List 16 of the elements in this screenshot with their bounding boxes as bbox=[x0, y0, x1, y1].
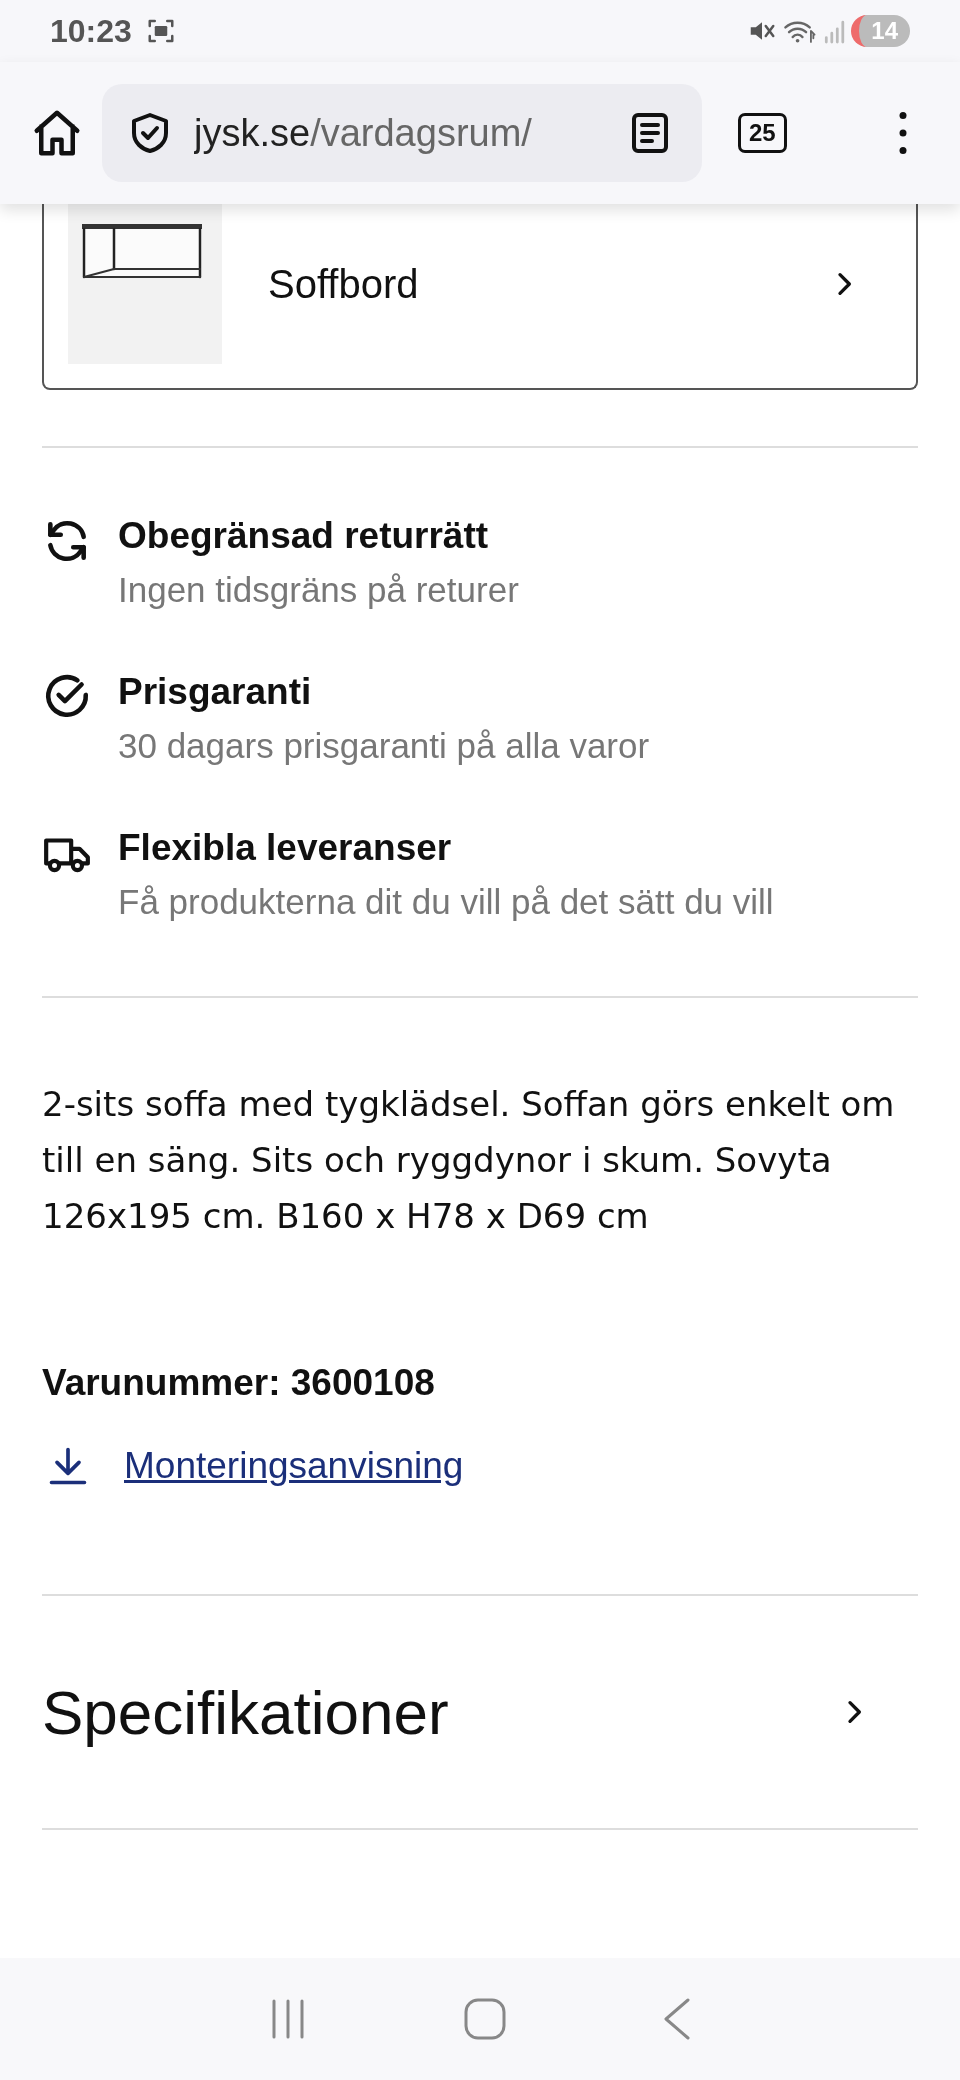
tab-count-button[interactable]: 25 bbox=[738, 113, 787, 153]
assembly-instructions-link[interactable]: Monteringsanvisning bbox=[124, 1445, 464, 1487]
feature-description: 30 dagars prisgaranti på alla varor bbox=[118, 725, 650, 767]
feature-title: Obegränsad returrätt bbox=[118, 514, 490, 558]
feature-title: Flexibla leveranser bbox=[118, 826, 453, 870]
notification-badge: 14 bbox=[851, 15, 910, 47]
feature-title: Prisgaranti bbox=[118, 670, 313, 714]
related-product-card[interactable]: Soffbord bbox=[42, 204, 918, 390]
product-name: Soffbord bbox=[268, 261, 420, 307]
clock-time: 10:23 bbox=[50, 12, 132, 50]
feature-description: Få produkterna dit du vill på det sätt du vill bbox=[118, 881, 774, 923]
section-header[interactable]: Specifikationer bbox=[42, 1596, 918, 1828]
item-number: Varunummer: 3600108 bbox=[42, 1362, 436, 1404]
feature-description: Ingen tidsgräns på returer bbox=[118, 569, 519, 611]
home-button-icon[interactable] bbox=[463, 1997, 507, 2041]
product-description: 2-sits soffa med tygklädsel. Soffan görs enkelt om till en säng. Sits och ryggdynor i skum. Sovyta 126x195 cm. B160 x H78 x D69 cm bbox=[42, 1083, 896, 1238]
